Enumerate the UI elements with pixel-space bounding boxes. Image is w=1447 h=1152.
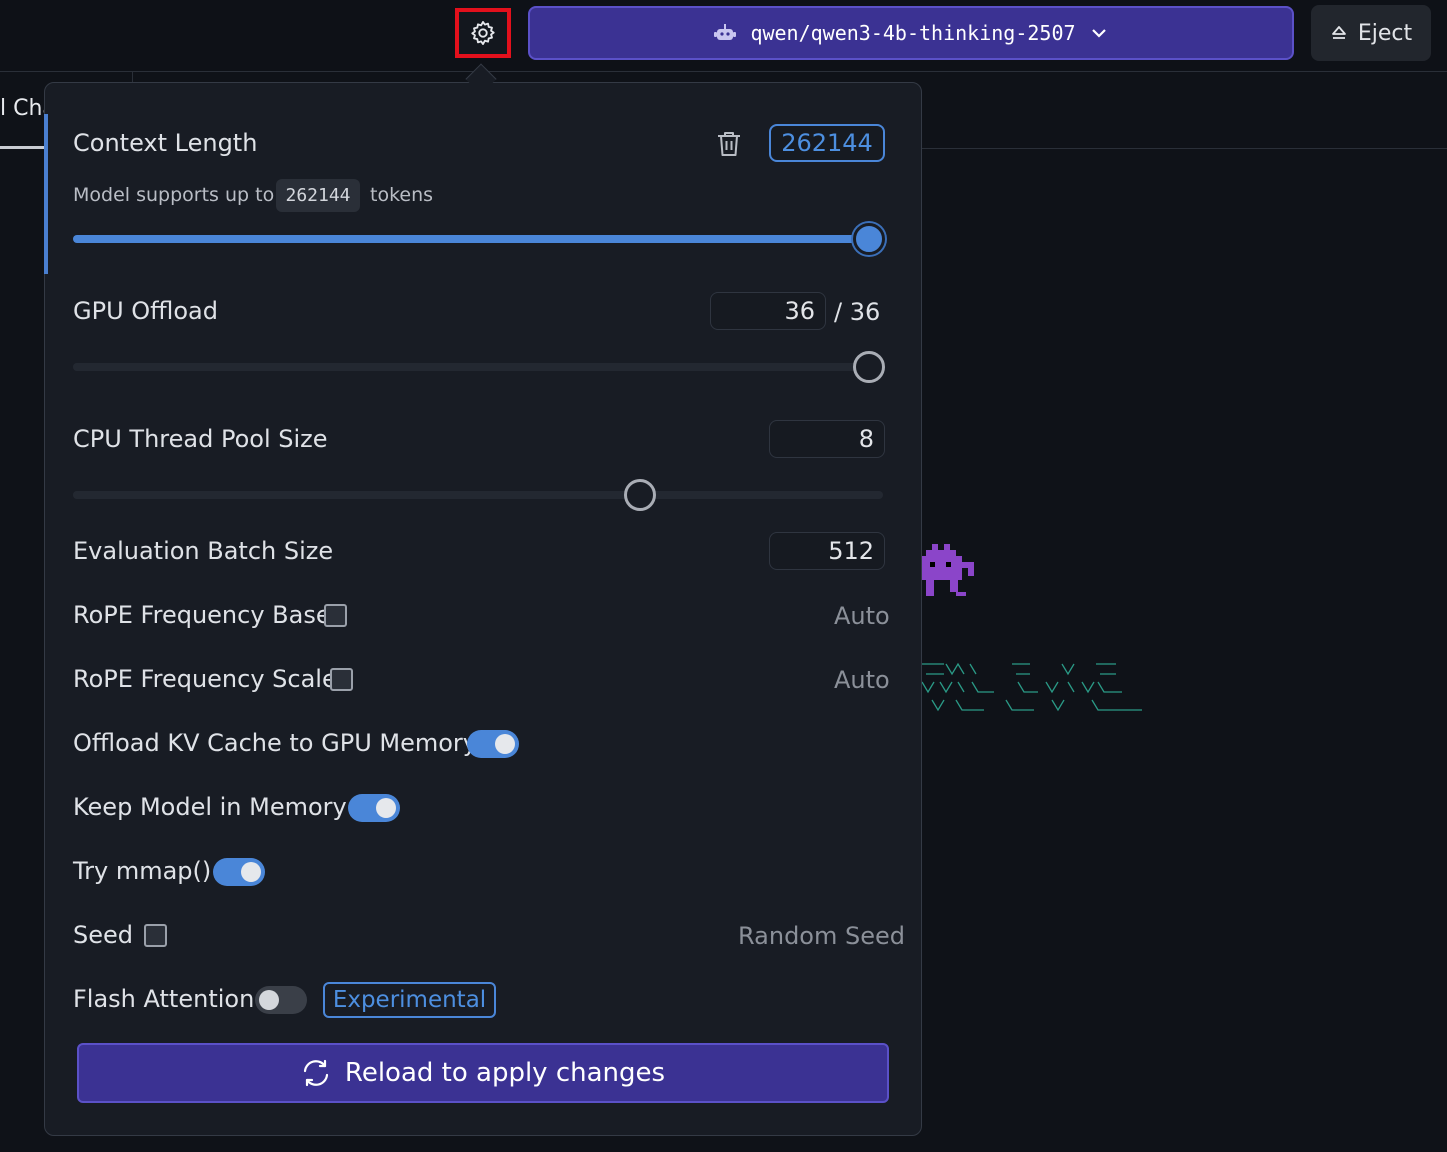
flash-attention-toggle[interactable]: [255, 986, 307, 1014]
offload-kv-label: Offload KV Cache to GPU Memory: [73, 729, 477, 757]
rope-base-label: RoPE Frequency Base: [73, 601, 331, 629]
trash-icon[interactable]: [716, 130, 742, 158]
keep-in-memory-toggle[interactable]: [348, 794, 400, 822]
keep-in-memory-label: Keep Model in Memory: [73, 793, 347, 821]
try-mmap-label: Try mmap(): [73, 857, 212, 885]
toggle-knob: [241, 862, 261, 882]
cpu-thread-pool-slider[interactable]: [73, 491, 883, 499]
eject-icon: [1331, 26, 1346, 39]
ascii-logo: [922, 662, 1142, 712]
flash-attention-label: Flash Attention: [73, 985, 255, 1013]
eval-batch-size-label: Evaluation Batch Size: [73, 537, 334, 565]
experimental-badge: Experimental: [323, 982, 496, 1018]
eval-batch-size-input[interactable]: 512: [769, 532, 885, 570]
context-length-label: Context Length: [73, 129, 258, 157]
seed-label: Seed: [73, 921, 133, 949]
cpu-thread-pool-slider-thumb[interactable]: [624, 479, 656, 511]
model-selector[interactable]: qwen/qwen3-4b-thinking-2507: [528, 6, 1294, 60]
seed-value: Random Seed: [738, 922, 905, 950]
model-name: qwen/qwen3-4b-thinking-2507: [750, 21, 1076, 45]
reload-button[interactable]: Reload to apply changes: [77, 1043, 889, 1103]
robot-icon: [714, 24, 737, 40]
refresh-icon: [303, 1059, 329, 1087]
rope-base-value: Auto: [834, 602, 890, 630]
context-length-slider-fill: [73, 235, 869, 243]
gpu-offload-slider-fill: [73, 363, 869, 371]
gpu-offload-slider-thumb[interactable]: [853, 351, 885, 383]
model-max-tokens-chip: 262144: [276, 179, 360, 212]
mascot-icon: [920, 544, 974, 596]
gpu-offload-input[interactable]: 36: [710, 292, 826, 330]
gpu-offload-max: / 36: [834, 298, 881, 326]
model-settings-button[interactable]: [455, 8, 511, 58]
cpu-thread-pool-input[interactable]: 8: [769, 420, 885, 458]
gpu-offload-slider[interactable]: [73, 363, 869, 371]
rope-scale-checkbox[interactable]: [330, 668, 353, 691]
cpu-thread-pool-label: CPU Thread Pool Size: [73, 425, 328, 453]
gpu-offload-label: GPU Offload: [73, 297, 218, 325]
chevron-down-icon: [1091, 29, 1106, 38]
toggle-knob: [259, 990, 279, 1010]
background-divider: [132, 72, 133, 82]
context-length-slider[interactable]: [73, 235, 869, 243]
cpu-thread-pool-slider-fill: [73, 491, 640, 499]
context-length-accent: [44, 114, 48, 274]
rope-base-checkbox[interactable]: [324, 604, 347, 627]
offload-kv-toggle[interactable]: [467, 730, 519, 758]
try-mmap-toggle[interactable]: [213, 858, 265, 886]
rope-scale-value: Auto: [834, 666, 890, 694]
eject-label: Eject: [1357, 20, 1413, 46]
active-tab-underline: [0, 146, 44, 149]
toggle-knob: [376, 798, 396, 818]
seed-checkbox[interactable]: [144, 924, 167, 947]
reload-label: Reload to apply changes: [344, 1058, 666, 1088]
rope-scale-label: RoPE Frequency Scale: [73, 665, 337, 693]
context-length-input[interactable]: 262144: [769, 124, 885, 162]
eject-button[interactable]: Eject: [1311, 5, 1431, 61]
model-supports-suffix: tokens: [370, 184, 434, 206]
background-header-divider: [920, 148, 1447, 149]
model-supports-prefix: Model supports up to: [73, 184, 275, 206]
toggle-knob: [495, 734, 515, 754]
gear-icon: [471, 20, 495, 46]
context-length-slider-thumb[interactable]: [853, 223, 885, 255]
